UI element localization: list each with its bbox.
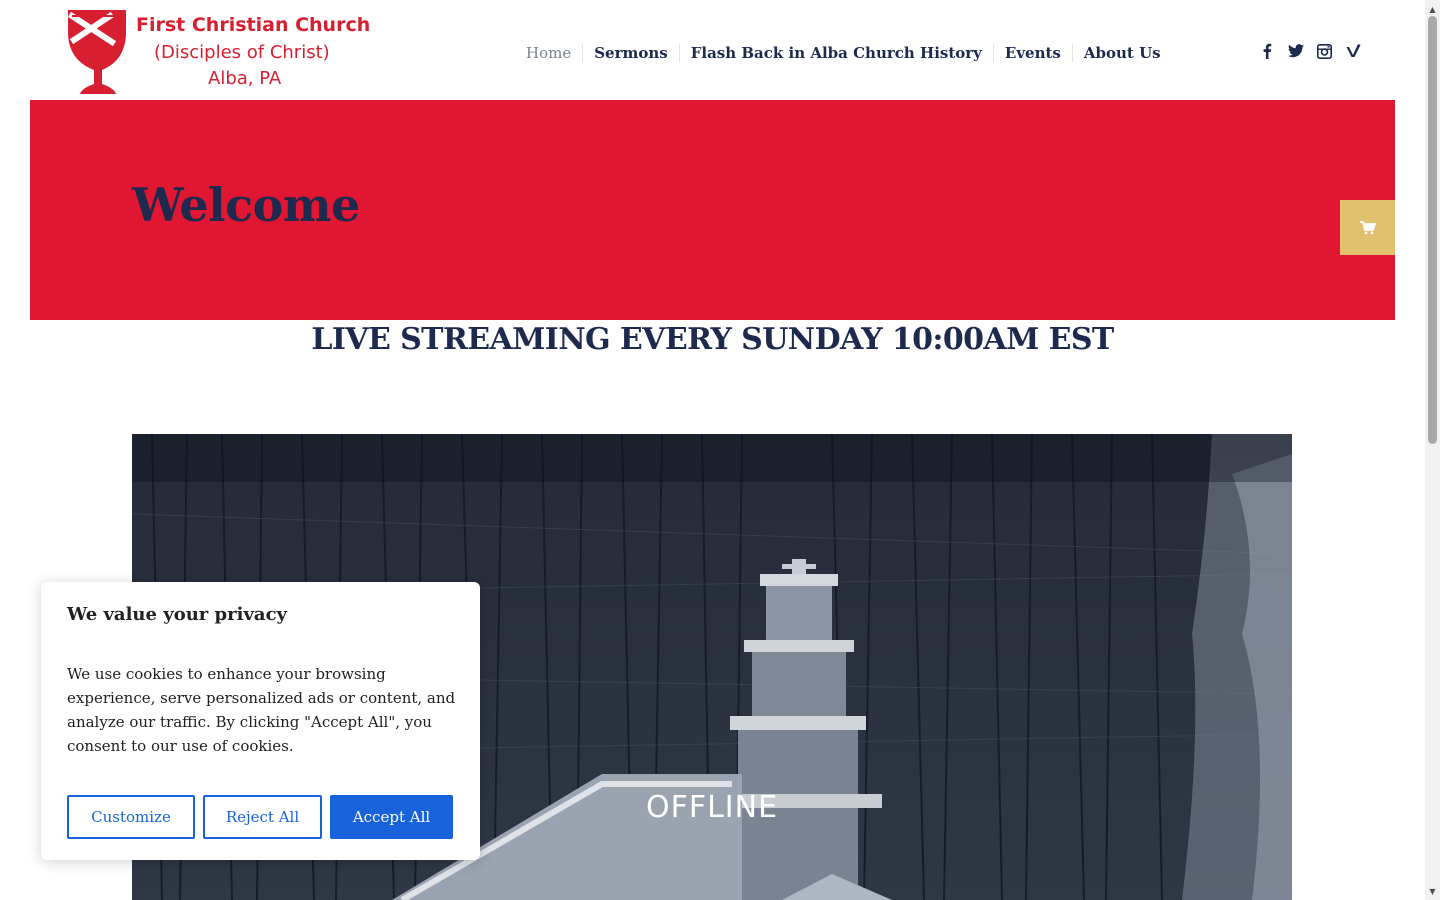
chalice-cross-icon (67, 10, 126, 94)
cookie-message: We use cookies to enhance your browsing … (67, 665, 456, 755)
main-nav: Home Sermons Flash Back in Alba Church H… (515, 42, 1172, 64)
cart-icon (1359, 220, 1376, 234)
vimeo-icon[interactable] (1339, 40, 1368, 62)
site-logo[interactable]: First Christian Church (Disciples of Chr… (66, 8, 370, 96)
instagram-icon[interactable] (1310, 40, 1339, 62)
site-header: First Christian Church (Disciples of Chr… (0, 0, 1425, 100)
customize-button[interactable]: Customize (67, 795, 195, 839)
cookie-title: We value your privacy (67, 604, 287, 625)
cart-button[interactable] (1340, 200, 1395, 255)
nav-flash-back[interactable]: Flash Back in Alba Church History (678, 44, 993, 62)
reject-all-button[interactable]: Reject All (203, 795, 322, 839)
logo-line-3: Alba, PA (208, 68, 282, 89)
social-links (1252, 40, 1368, 62)
nav-events[interactable]: Events (992, 44, 1072, 62)
page-title: Welcome (132, 178, 360, 232)
scroll-down-icon[interactable]: ▼ (1425, 884, 1440, 898)
logo-line-1: First Christian Church (136, 14, 371, 36)
accept-all-button[interactable]: Accept All (330, 795, 453, 839)
logo-line-2: (Disciples of Christ) (154, 42, 330, 63)
welcome-hero: Welcome (30, 100, 1395, 320)
facebook-icon[interactable] (1252, 40, 1281, 62)
player-top-bar (132, 434, 1292, 482)
scroll-up-icon[interactable]: ▲ (1425, 2, 1440, 16)
scroll-thumb[interactable] (1428, 16, 1437, 444)
twitter-icon[interactable] (1281, 40, 1310, 62)
nav-about-us[interactable]: About Us (1071, 44, 1172, 62)
live-streaming-banner: LIVE STREAMING EVERY SUNDAY 10:00AM EST (311, 322, 1114, 357)
page-scrollbar[interactable]: ▲ ▼ (1425, 0, 1440, 900)
nav-sermons[interactable]: Sermons (582, 44, 679, 62)
cookie-consent-banner: We value your privacy We use cookies to … (41, 582, 480, 860)
nav-home[interactable]: Home (515, 44, 582, 62)
